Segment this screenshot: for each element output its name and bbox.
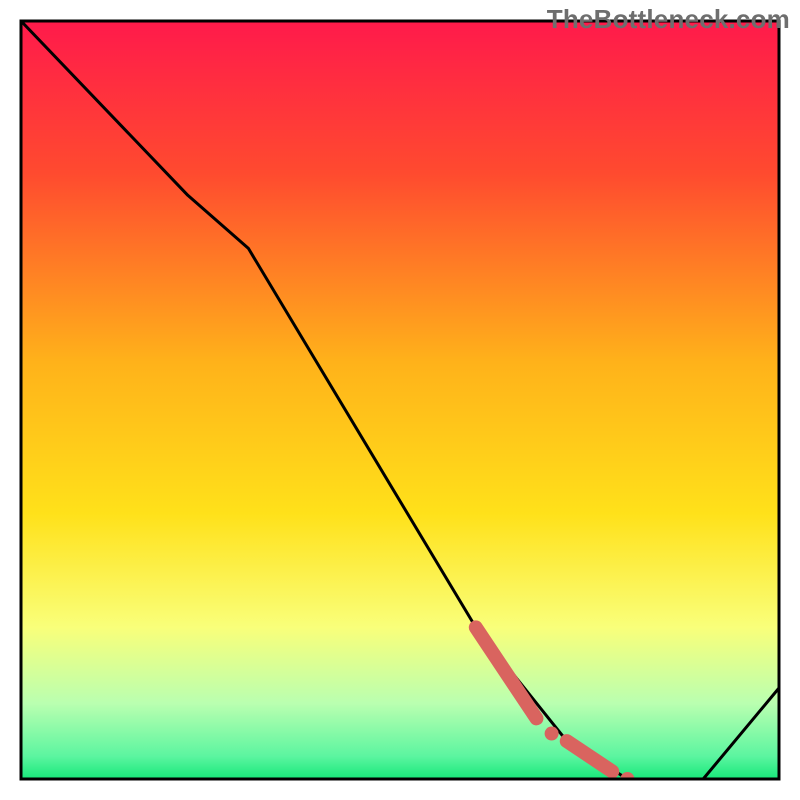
- chart-frame: TheBottleneck.com: [0, 0, 800, 800]
- gradient-background: [21, 21, 779, 779]
- watermark-label: TheBottleneck.com: [547, 4, 790, 35]
- highlight-dot: [545, 727, 559, 741]
- bottleneck-chart: [0, 0, 800, 800]
